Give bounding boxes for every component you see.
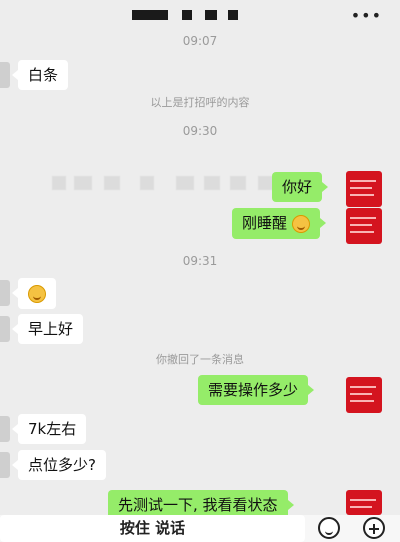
smile-emoji-icon [28,284,46,303]
emoji-icon[interactable] [318,517,340,539]
message-text: 先测试一下, 我看看状态 [118,496,278,514]
user-avatar[interactable] [346,171,382,207]
blurred-text [140,176,154,190]
message-text: 点位多少? [28,456,96,474]
blurred-text [74,176,92,190]
incoming-message[interactable]: 点位多少? [12,450,106,480]
input-toolbar: 按住 说话 [0,515,400,542]
redacted-mark [132,10,168,20]
blurred-text [204,176,220,190]
timestamp: 09:07 [182,34,218,48]
contact-avatar[interactable] [0,316,10,342]
message-text: 刚睡醒 [242,214,288,232]
message-text: 早上好 [28,320,74,338]
redacted-mark [182,10,192,20]
system-notice: 以上是打招呼的内容 [150,96,250,109]
blurred-text [230,176,246,190]
outgoing-message[interactable]: 你好 [272,172,329,202]
contact-avatar[interactable] [0,416,10,442]
blurred-text [176,176,194,190]
timestamp: 09:30 [182,124,218,138]
incoming-message[interactable]: 7k左右 [11,414,87,444]
message-text: 你好 [282,178,313,196]
hold-to-talk-button[interactable]: 按住 说话 [0,515,305,542]
user-avatar[interactable] [346,208,382,244]
blurred-text [104,176,120,190]
redacted-mark [228,10,238,20]
outgoing-message[interactable]: 刚睡醒 [232,208,326,239]
more-options-icon[interactable]: ••• [351,6,382,25]
timestamp: 09:31 [182,254,218,268]
contact-avatar[interactable] [0,280,10,306]
sleepy-emoji-icon [291,214,310,233]
system-notice: 你撤回了一条消息 [156,353,244,366]
incoming-message[interactable]: 早上好 [11,314,84,344]
message-text: 7k左右 [28,420,77,438]
message-text: 需要操作多少 [208,381,299,399]
contact-avatar[interactable] [0,452,10,478]
plus-icon[interactable] [363,517,385,539]
status-header: ••• [0,0,400,30]
message-text: 白条 [28,66,59,84]
user-avatar[interactable] [346,490,382,515]
blurred-text [52,176,66,190]
contact-avatar[interactable] [0,62,10,88]
chat-area[interactable]: 09:07 白条 以上是打招呼的内容 09:30 你好 刚睡醒 09:31 早上… [0,30,400,520]
incoming-message[interactable] [12,278,56,309]
incoming-message[interactable]: 白条 [11,60,69,90]
outgoing-message[interactable]: 需要操作多少 [198,375,315,405]
user-avatar[interactable] [346,377,382,413]
redacted-mark [205,10,217,20]
